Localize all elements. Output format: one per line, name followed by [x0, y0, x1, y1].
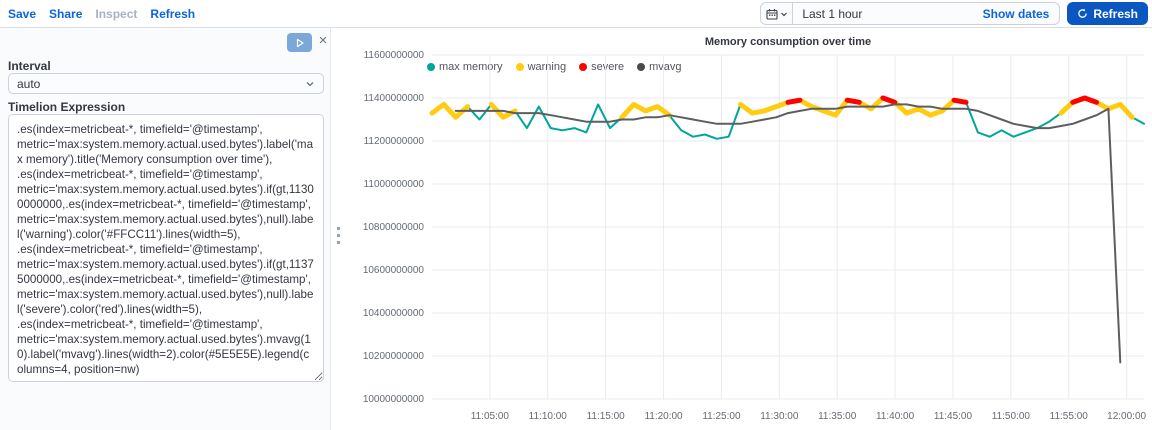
save-button[interactable]: Save — [8, 7, 36, 21]
toolbar-nav: Save Share Inspect Refresh — [0, 7, 195, 21]
y-axis-label: 11400000000 — [363, 93, 424, 104]
super-date-picker: Last 1 hour Show dates — [760, 2, 1061, 25]
x-axis-label: 11:35:00 — [818, 411, 857, 422]
share-button[interactable]: Share — [49, 7, 82, 21]
drag-handle-icon — [337, 227, 340, 244]
y-axis-label: 10400000000 — [362, 308, 424, 319]
x-axis-label: 11:20:00 — [644, 411, 683, 422]
interval-label: Interval — [8, 59, 51, 73]
chevron-down-icon — [306, 81, 314, 86]
show-dates-button[interactable]: Show dates — [983, 7, 1060, 21]
time-controls: Last 1 hour Show dates Refresh — [760, 2, 1152, 25]
calendar-icon — [766, 8, 778, 20]
refresh-button[interactable]: Refresh — [1067, 2, 1148, 25]
top-toolbar: Save Share Inspect Refresh Last 1 hour S… — [0, 0, 1152, 28]
x-axis-label: 11:30:00 — [760, 411, 799, 422]
series-warning — [619, 101, 672, 120]
x-axis-label: 12:00:00 — [1107, 411, 1147, 422]
interval-value: auto — [17, 76, 41, 91]
calendar-dropdown-button[interactable] — [761, 3, 794, 24]
interval-select[interactable]: auto — [8, 73, 324, 94]
timelion-editor-panel: × Interval auto Timelion Expression .es(… — [0, 28, 331, 430]
x-axis-label: 11:25:00 — [702, 411, 741, 422]
x-axis-label: 11:10:00 — [528, 411, 567, 422]
y-axis-label: 10200000000 — [362, 351, 424, 362]
x-axis-label: 11:05:00 — [470, 411, 509, 422]
x-axis-label: 11:45:00 — [933, 411, 973, 422]
y-axis-label: 11200000000 — [363, 136, 424, 147]
x-axis-label: 11:50:00 — [991, 411, 1030, 422]
series-severe — [844, 97, 862, 105]
chart-plot[interactable] — [348, 28, 1152, 430]
y-axis-label: 11600000000 — [363, 50, 424, 61]
series-severe — [785, 97, 803, 105]
x-axis-label: 11:40:00 — [875, 411, 915, 422]
time-range-value[interactable]: Last 1 hour — [793, 7, 982, 21]
series-severe — [951, 97, 969, 105]
chevron-down-icon — [780, 12, 787, 16]
timelion-expression-input[interactable]: .es(index=metricbeat-*, timefield='@time… — [8, 114, 324, 382]
inspect-button[interactable]: Inspect — [95, 7, 137, 21]
refresh-link[interactable]: Refresh — [150, 7, 195, 21]
y-axis-label: 10000000000 — [362, 394, 424, 405]
series-severe — [1070, 95, 1099, 105]
close-icon[interactable]: × — [314, 32, 332, 50]
play-icon — [296, 38, 304, 47]
series-severe — [880, 95, 898, 105]
y-axis-label: 10600000000 — [362, 265, 424, 276]
panel-resizer[interactable] — [331, 28, 348, 430]
refresh-icon — [1078, 8, 1088, 18]
x-axis-label: 11:55:00 — [1049, 411, 1088, 422]
x-axis-label: 11:15:00 — [586, 411, 625, 422]
play-button[interactable] — [287, 33, 312, 52]
series-mvavg — [454, 103, 1122, 364]
chart-panel: Memory consumption over time max memory w… — [348, 28, 1152, 430]
refresh-button-label: Refresh — [1093, 6, 1138, 21]
y-axis-label: 11000000000 — [363, 179, 424, 190]
y-axis-label: 10800000000 — [362, 222, 424, 233]
expression-label: Timelion Expression — [8, 100, 126, 114]
